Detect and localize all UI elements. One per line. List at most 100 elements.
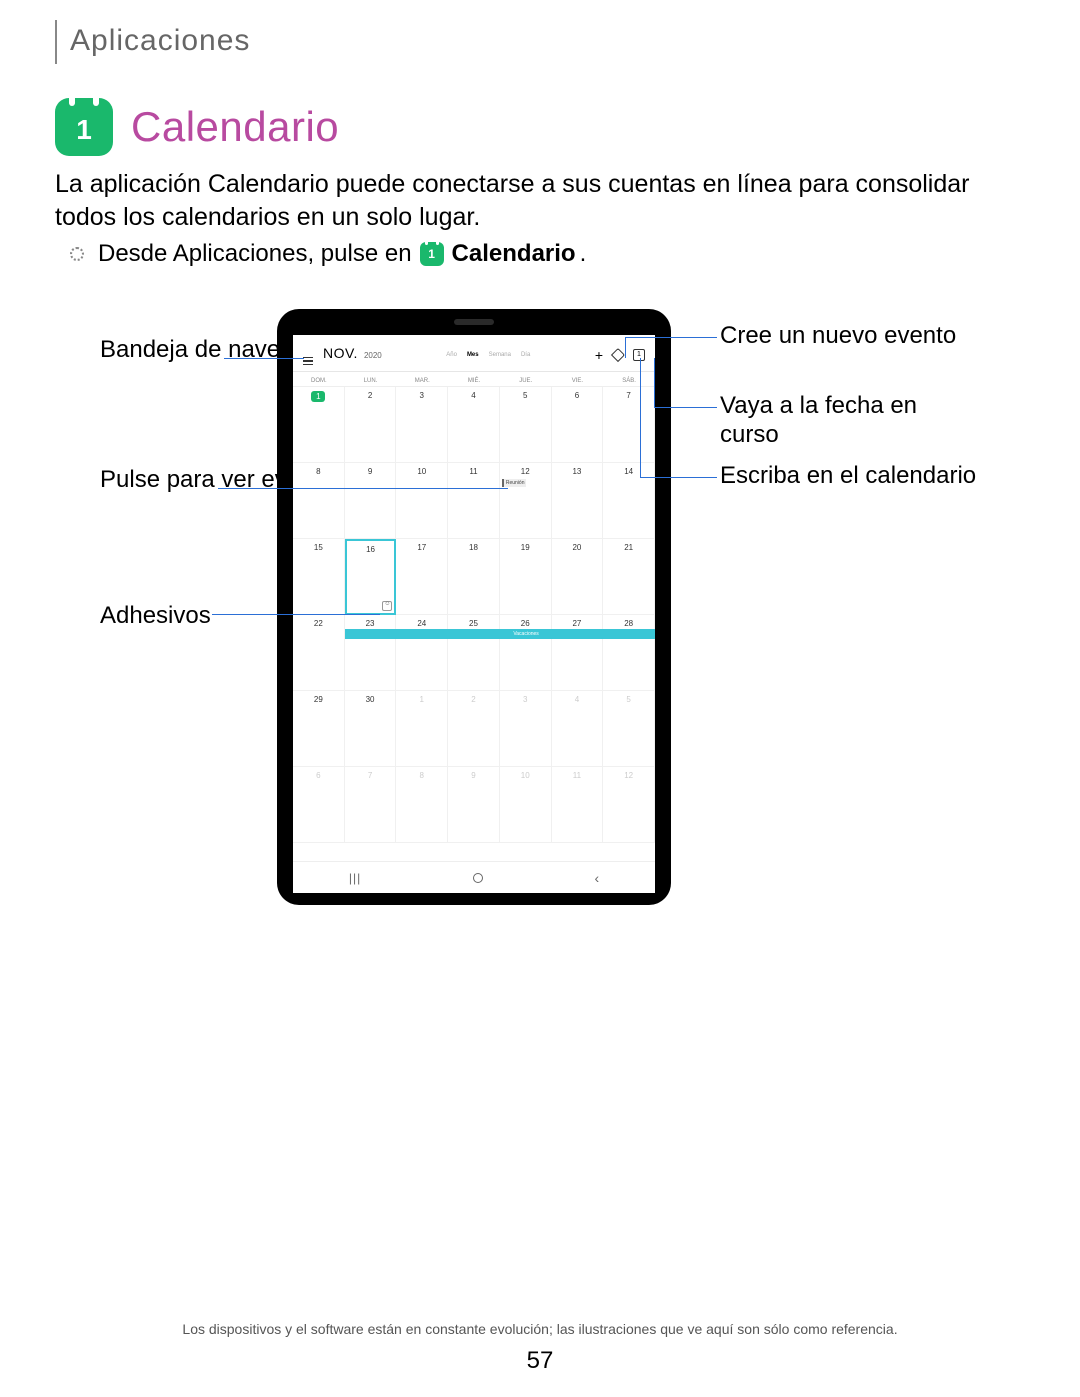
calendar-cell[interactable]: 7 (345, 767, 397, 843)
day-number: 9 (466, 771, 480, 780)
day-number: 10 (415, 467, 429, 476)
back-icon[interactable]: ‹ (595, 870, 600, 886)
calendar-cell[interactable]: 26 (500, 615, 552, 691)
calendar-cell[interactable]: 27 (552, 615, 604, 691)
calendar-cell[interactable]: 20 (552, 539, 604, 615)
calendar-cell[interactable]: 19 (500, 539, 552, 615)
calendar-cell[interactable]: 3 (500, 691, 552, 767)
day-number: 17 (415, 543, 429, 552)
dow-label: DOM. (293, 378, 345, 384)
event-tag[interactable]: Reunión (502, 479, 527, 487)
day-number: 6 (570, 391, 584, 400)
day-number: 2 (466, 695, 480, 704)
calendar-cell[interactable]: 15 (293, 539, 345, 615)
calendar-cell[interactable]: 22 (293, 615, 345, 691)
calendar-cell[interactable]: 5 (500, 387, 552, 463)
calendar-cell[interactable]: 6 (552, 387, 604, 463)
day-number: 4 (466, 391, 480, 400)
calendar-cell[interactable]: 14 (603, 463, 655, 539)
calendar-cell[interactable]: 8 (293, 463, 345, 539)
section-divider (55, 20, 57, 64)
calendar-cell[interactable]: 29 (293, 691, 345, 767)
calendar-cell[interactable]: 9 (448, 767, 500, 843)
day-number: 24 (415, 619, 429, 628)
goto-today-icon[interactable] (633, 349, 645, 361)
calendar-cell[interactable]: 11 (552, 767, 604, 843)
sticker-icon (382, 601, 392, 611)
day-number: 16 (364, 545, 378, 554)
app-heading: 1 Calendario (55, 98, 339, 156)
dow-label: JUE. (500, 378, 552, 384)
view-tabs: Año Mes Semana Día (446, 352, 530, 358)
month-label: NOV. (323, 345, 358, 361)
day-number: 21 (622, 543, 636, 552)
calendar-cell[interactable]: 28 (603, 615, 655, 691)
calendar-cell[interactable]: 10 (500, 767, 552, 843)
calendar-cell[interactable]: 10 (396, 463, 448, 539)
year-label: 2020 (364, 351, 382, 360)
calendar-cell[interactable]: 11 (448, 463, 500, 539)
day-number: 12 (518, 467, 532, 476)
day-number: 30 (363, 695, 377, 704)
dow-label: VIE. (552, 378, 604, 384)
calendar-cell[interactable]: 3 (396, 387, 448, 463)
dow-label: MAR. (396, 378, 448, 384)
calendar-cell[interactable]: 7 (603, 387, 655, 463)
day-number: 29 (311, 695, 325, 704)
section-title: Aplicaciones (70, 24, 250, 58)
day-number: 18 (466, 543, 480, 552)
page-number: 57 (0, 1347, 1080, 1375)
day-number: 7 (363, 771, 377, 780)
calendar-cell[interactable]: 1 (293, 387, 345, 463)
calendar-cell[interactable]: 18 (448, 539, 500, 615)
calendar-cell[interactable]: 30 (345, 691, 397, 767)
write-icon[interactable] (611, 348, 625, 362)
day-number: 4 (570, 695, 584, 704)
calendar-cell[interactable]: 21 (603, 539, 655, 615)
day-number: 13 (570, 467, 584, 476)
calendar-cell[interactable]: 5 (603, 691, 655, 767)
callout-write-cal: Escriba en el calendario (720, 462, 980, 491)
calendar-cell[interactable]: 6 (293, 767, 345, 843)
android-navbar: ||| ‹ (293, 861, 655, 893)
calendar-cell[interactable]: 2 (448, 691, 500, 767)
recent-apps-icon[interactable]: ||| (349, 871, 361, 885)
day-number: 27 (570, 619, 584, 628)
calendar-cell[interactable]: 13 (552, 463, 604, 539)
tablet-illustration: NOV. 2020 Año Mes Semana Día + DOM.LUN.M… (277, 309, 671, 905)
view-year[interactable]: Año (446, 352, 457, 358)
calendar-grid: 123456789101112Reunión131415161718192021… (293, 387, 655, 843)
calendar-cell[interactable]: 23Vacaciones (345, 615, 397, 691)
calendar-cell[interactable]: 1 (396, 691, 448, 767)
calendar-cell[interactable]: 16 (345, 539, 397, 615)
calendar-cell[interactable]: 25 (448, 615, 500, 691)
day-number: 9 (363, 467, 377, 476)
callout-goto-today: Vaya a la fecha en curso (720, 392, 980, 450)
calendar-cell[interactable]: 9 (345, 463, 397, 539)
view-day[interactable]: Día (521, 352, 530, 358)
leader-line (625, 337, 626, 358)
leader-line (625, 337, 717, 338)
calendar-cell[interactable]: 24 (396, 615, 448, 691)
calendar-cell[interactable]: 12 (603, 767, 655, 843)
view-month[interactable]: Mes (467, 352, 479, 358)
day-number: 10 (518, 771, 532, 780)
day-of-week-row: DOM.LUN.MAR.MIÉ.JUE.VIE.SÁB. (293, 372, 655, 387)
vacation-bar[interactable]: Vacaciones (345, 629, 655, 639)
calendar-cell[interactable]: 4 (552, 691, 604, 767)
leader-line (640, 477, 717, 478)
view-week[interactable]: Semana (489, 352, 511, 358)
calendar-cell[interactable]: 8 (396, 767, 448, 843)
calendar-cell[interactable]: 4 (448, 387, 500, 463)
calendar-header: NOV. 2020 Año Mes Semana Día + (293, 335, 655, 372)
day-number: 20 (570, 543, 584, 552)
add-event-icon[interactable]: + (595, 348, 603, 362)
calendar-cell[interactable]: 12 Reunión (500, 463, 552, 539)
callout-stickers: Adhesivos (100, 602, 211, 631)
calendar-cell[interactable]: 17 (396, 539, 448, 615)
day-number: 8 (311, 467, 325, 476)
instruction-prefix: Desde Aplicaciones, pulse en (98, 240, 412, 268)
hamburger-icon[interactable] (303, 357, 313, 366)
calendar-cell[interactable]: 2 (345, 387, 397, 463)
home-icon[interactable] (473, 873, 483, 883)
